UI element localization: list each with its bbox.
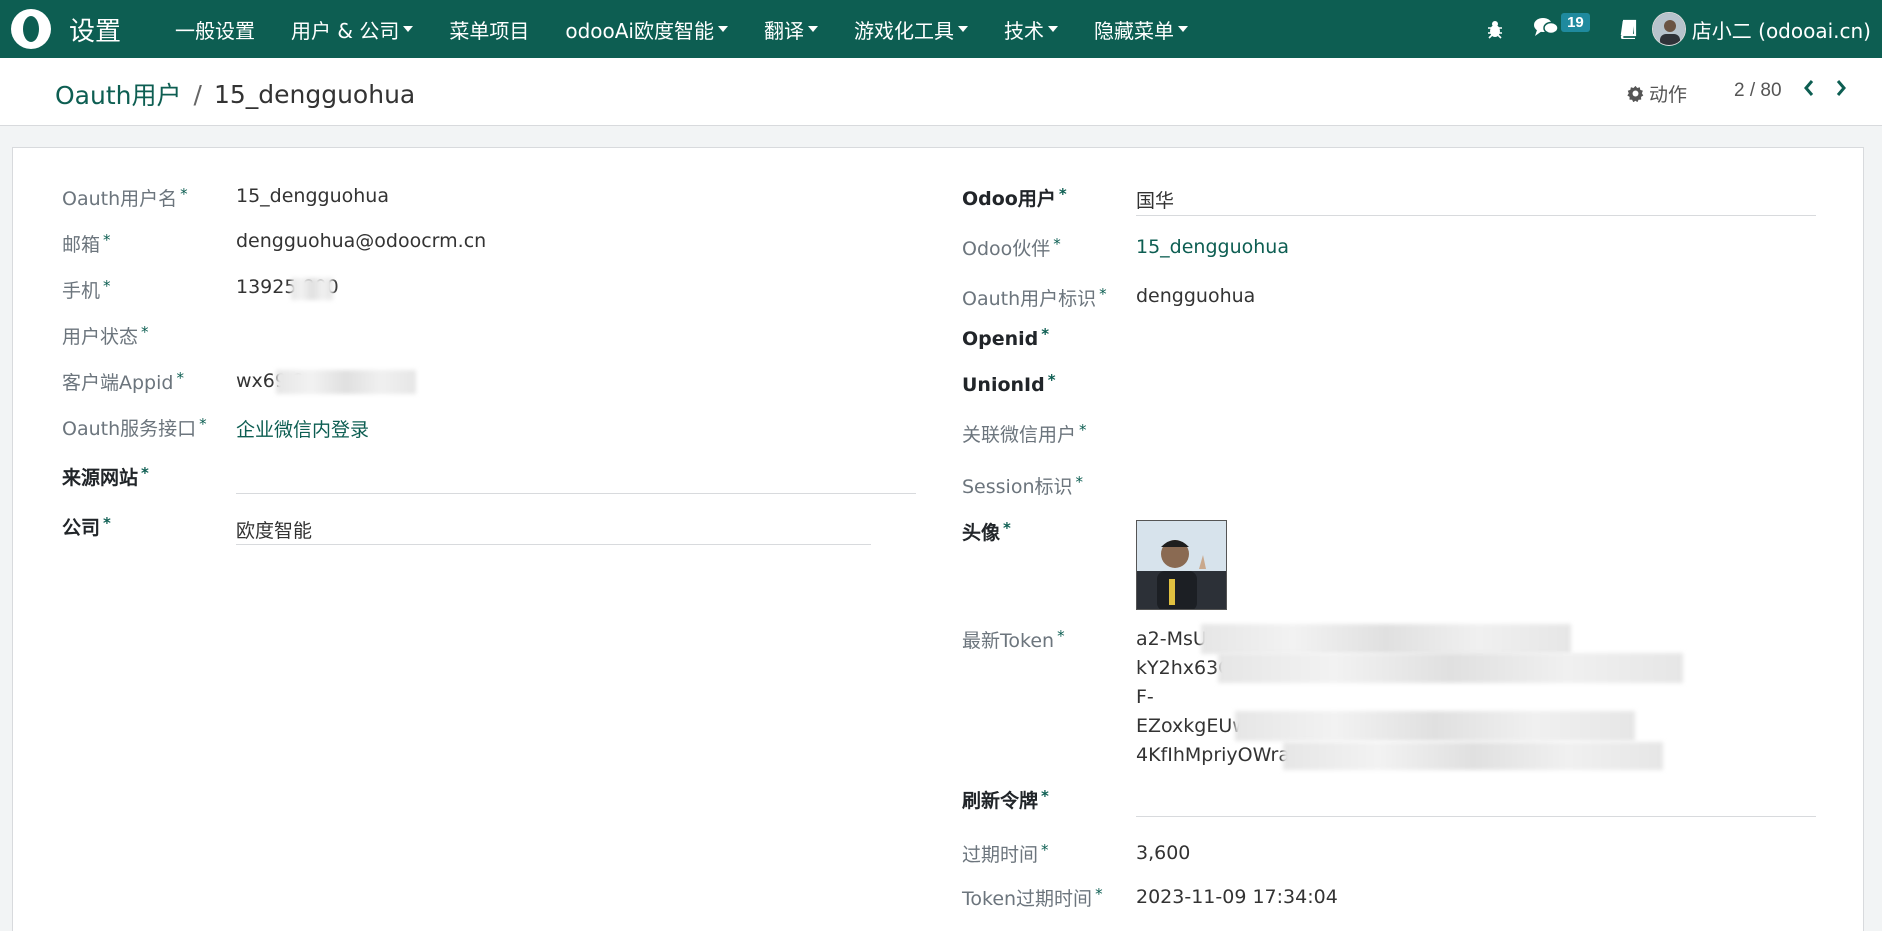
label-token-expire-time: Token过期时间 * (962, 885, 1103, 910)
label-unionid: UnionId * (962, 371, 1056, 396)
chevron-left-icon (1804, 80, 1814, 96)
label-company: 公司 * (62, 514, 111, 539)
menu-item-general-settings[interactable]: 一般设置 (157, 15, 273, 44)
odoo-user-value[interactable]: 国华 (1136, 186, 1174, 213)
caret-down-icon (1177, 26, 1188, 32)
messages-button[interactable]: 19 (1533, 12, 1590, 43)
chevron-right-icon (1836, 80, 1846, 96)
breadcrumb-separator: / (193, 79, 202, 109)
company-input-underline (236, 544, 871, 545)
expires-in-value[interactable]: 3,600 (1136, 842, 1190, 864)
message-count-badge: 19 (1561, 12, 1590, 32)
menu-item-hidden-menu[interactable]: 隐藏菜单 (1076, 15, 1206, 44)
blur-mask (291, 278, 333, 300)
pager-next-button[interactable] (1834, 78, 1848, 103)
blur-mask (1201, 624, 1571, 654)
breadcrumb-parent-link[interactable]: Oauth用户 (55, 76, 182, 112)
oauth-user-id-value[interactable]: dengguohua (1136, 285, 1255, 307)
odoo-partner-link[interactable]: 15_dengguohua (1136, 236, 1289, 258)
odoo-user-input-underline (1136, 215, 1816, 216)
label-oauth-user-id: Oauth用户标识 * (962, 285, 1107, 310)
odoo-logo-icon[interactable] (11, 9, 51, 49)
label-session-id: Session标识 * (962, 473, 1083, 498)
blur-mask (1235, 711, 1635, 741)
refresh-token-input[interactable] (1136, 816, 1816, 817)
pager-previous-button[interactable] (1802, 78, 1816, 103)
user-name[interactable]: 店小二 (odooai.cn) (1692, 15, 1871, 44)
label-user-state: 用户状态 * (62, 323, 149, 348)
label-refresh-token: 刷新令牌 * (962, 787, 1049, 812)
caret-down-icon (807, 26, 818, 32)
actions-label: 动作 (1649, 84, 1688, 106)
main-menu: 一般设置 用户 & 公司 菜单项目 odooAi欧度智能 翻译 游戏化工具 技术… (157, 15, 1206, 44)
top-navbar: 设置 一般设置 用户 & 公司 菜单项目 odooAi欧度智能 翻译 游戏化工具… (0, 0, 1882, 58)
company-value[interactable]: 欧度智能 (236, 516, 312, 543)
chat-icon (1533, 16, 1559, 43)
label-email: 邮箱 * (62, 231, 111, 256)
label-oauth-service: Oauth服务接口 * (62, 415, 207, 440)
systray: 19 店小二 (odooai.cn) (1471, 0, 1882, 58)
caret-down-icon (717, 26, 728, 32)
app-name[interactable]: 设置 (69, 11, 121, 48)
user-avatar[interactable] (1651, 12, 1686, 46)
label-phone: 手机 * (62, 277, 111, 302)
bug-icon[interactable] (1485, 19, 1505, 39)
oauth-service-link[interactable]: 企业微信内登录 (236, 415, 369, 442)
blur-mask (1283, 742, 1663, 770)
token-expire-time-value[interactable]: 2023-11-09 17:34:04 (1136, 886, 1338, 908)
label-source-website: 来源网站 * (62, 464, 149, 489)
breadcrumb-current: 15_dengguohua (213, 79, 416, 109)
caret-down-icon (1047, 26, 1058, 32)
email-value[interactable]: dengguohua@odoocrm.cn (236, 230, 486, 252)
menu-item-gamification[interactable]: 游戏化工具 (836, 15, 986, 44)
menu-item-translation[interactable]: 翻译 (746, 15, 836, 44)
caret-down-icon (403, 26, 414, 32)
menu-item-users-companies[interactable]: 用户 & 公司 (273, 15, 431, 44)
avatar-image[interactable] (1136, 520, 1227, 610)
label-openid: Openid * (962, 325, 1050, 350)
pager-value[interactable]: 2 / 80 (1734, 80, 1782, 102)
menu-item-menu-items[interactable]: 菜单项目 (431, 15, 547, 44)
source-website-input[interactable] (236, 493, 916, 494)
menu-item-technical[interactable]: 技术 (986, 15, 1076, 44)
label-expires-in: 过期时间 * (962, 841, 1049, 866)
book-icon[interactable] (1618, 19, 1638, 39)
actions-button[interactable]: 动作 (1627, 80, 1687, 107)
breadcrumb: Oauth用户 / 15_dengguohua (55, 76, 415, 112)
label-oauth-username: Oauth用户名 * (62, 185, 188, 210)
label-wechat-user: 关联微信用户 * (962, 421, 1087, 446)
blur-mask (1218, 653, 1683, 683)
label-latest-token: 最新Token * (962, 627, 1065, 652)
token-line-3: F- (1136, 686, 1154, 708)
control-panel: Oauth用户 / 15_dengguohua 动作 2 / 80 (0, 58, 1882, 126)
label-odoo-partner: Odoo伙伴 * (962, 235, 1061, 260)
menu-item-odooai[interactable]: odooAi欧度智能 (547, 15, 746, 44)
label-odoo-user: Odoo用户 * (962, 185, 1067, 210)
gear-icon (1627, 85, 1644, 102)
blur-mask (276, 370, 416, 394)
form-sheet: Oauth用户名 * 15_dengguohua 邮箱 * dengguohua@o… (12, 147, 1864, 931)
label-client-appid: 客户端Appid * (62, 369, 184, 394)
caret-down-icon (957, 26, 968, 32)
label-avatar: 头像 * (962, 519, 1011, 544)
oauth-username-value[interactable]: 15_dengguohua (236, 185, 389, 207)
